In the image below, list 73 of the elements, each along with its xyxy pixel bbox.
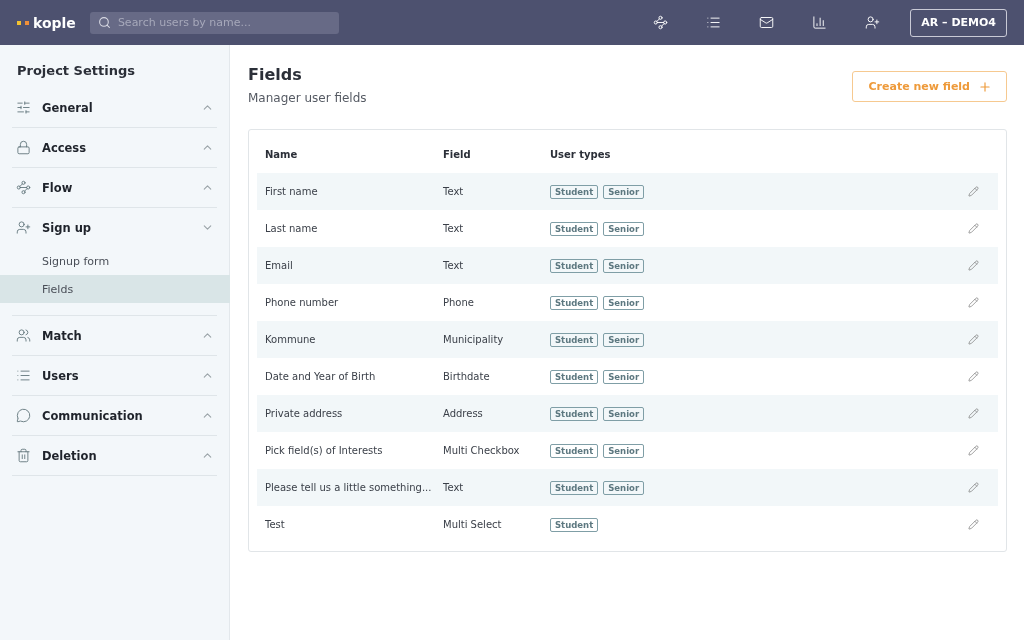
section-icon [16, 448, 31, 463]
table-cell-text: Test [265, 519, 286, 530]
table-cell-text: Private address [265, 408, 344, 419]
user-type-tag: Senior [603, 258, 645, 273]
table-cell-text: Multi Select [443, 519, 503, 530]
page-title: Fields [248, 65, 303, 84]
table-cell-text: Kommune [265, 334, 317, 345]
user-type-tag: Student [550, 258, 599, 273]
table-cell-text: Last name [265, 223, 319, 234]
search-field[interactable]: Search users by name... [89, 11, 339, 34]
sidebar-section[interactable]: Sign up [12, 208, 217, 247]
user-type-tag: Senior [603, 406, 645, 421]
sidebar-subitem[interactable]: Signup form [0, 247, 230, 275]
sidebar-section[interactable]: Communication [12, 396, 217, 435]
table-cell-text: Municipality [443, 334, 505, 345]
table-cell-text: Phone [443, 297, 475, 308]
section-icon [16, 100, 31, 115]
table-cell-text: Birthdate [443, 371, 491, 382]
user-type-tag: Senior [603, 369, 645, 384]
list-icon[interactable] [706, 15, 722, 30]
user-type-tag: Senior [603, 295, 645, 310]
sidebar-section[interactable]: General [12, 88, 217, 127]
user-type-tag: Student [550, 332, 599, 347]
sidebar-subitem[interactable]: Fields [0, 275, 230, 303]
user-type-tag: Student [550, 295, 599, 310]
section-icon [16, 408, 31, 423]
column-header: User types [550, 149, 612, 160]
user-type-tag: Student [550, 184, 599, 199]
table-cell-text: Address [443, 408, 484, 419]
user-type-tag: Student [550, 369, 599, 384]
sidebar-title: Project Settings [17, 63, 136, 78]
section-icon [16, 140, 31, 155]
plus-icon [978, 79, 992, 94]
table-cell-text: Text [443, 186, 465, 197]
section-icon [16, 368, 31, 383]
table-cell-text: Pick field(s) of Interests [265, 445, 384, 456]
sidebar-section[interactable]: Deletion [12, 436, 217, 475]
bar-chart-icon[interactable] [812, 15, 828, 30]
user-type-tag: Student [550, 221, 599, 236]
column-header: Name [265, 149, 299, 160]
table-cell-text: Text [443, 482, 465, 493]
user-type-tag: Student [550, 517, 599, 532]
section-icon [16, 220, 31, 235]
sidebar-section[interactable]: Users [12, 356, 217, 395]
table-cell-text: Multi Checkbox [443, 445, 521, 456]
flow-icon[interactable] [653, 15, 669, 30]
mail-icon[interactable] [759, 15, 775, 30]
table-cell-text: Phone number [265, 297, 340, 308]
table-cell-text: Text [443, 260, 465, 271]
section-icon [16, 328, 31, 343]
table-cell-text: Date and Year of Birth [265, 371, 377, 382]
user-add-icon[interactable] [865, 15, 881, 30]
page-subtitle: Manager user fields [248, 91, 367, 105]
user-type-tag: Senior [603, 480, 645, 495]
table-cell-text: Email [265, 260, 294, 271]
search-icon [97, 15, 111, 29]
sidebar-section[interactable]: Flow [12, 168, 217, 207]
user-type-tag: Senior [603, 443, 645, 458]
user-type-tag: Student [550, 406, 599, 421]
table-cell-text: Text [443, 223, 465, 234]
user-type-tag: Senior [603, 184, 645, 199]
column-header: Field [443, 149, 472, 160]
user-type-tag: Student [550, 443, 599, 458]
logo: kople [17, 14, 76, 31]
user-type-tag: Senior [603, 221, 645, 236]
section-icon [16, 180, 31, 195]
table-cell-text: Please tell us a little something... [265, 482, 433, 493]
sidebar-section[interactable]: Access [12, 128, 217, 167]
table-cell-text: First name [265, 186, 319, 197]
account-button[interactable]: AR – DEMO4 [910, 8, 1007, 37]
user-type-tag: Student [550, 480, 599, 495]
user-type-tag: Senior [603, 332, 645, 347]
sidebar-section[interactable]: Match [12, 316, 217, 355]
